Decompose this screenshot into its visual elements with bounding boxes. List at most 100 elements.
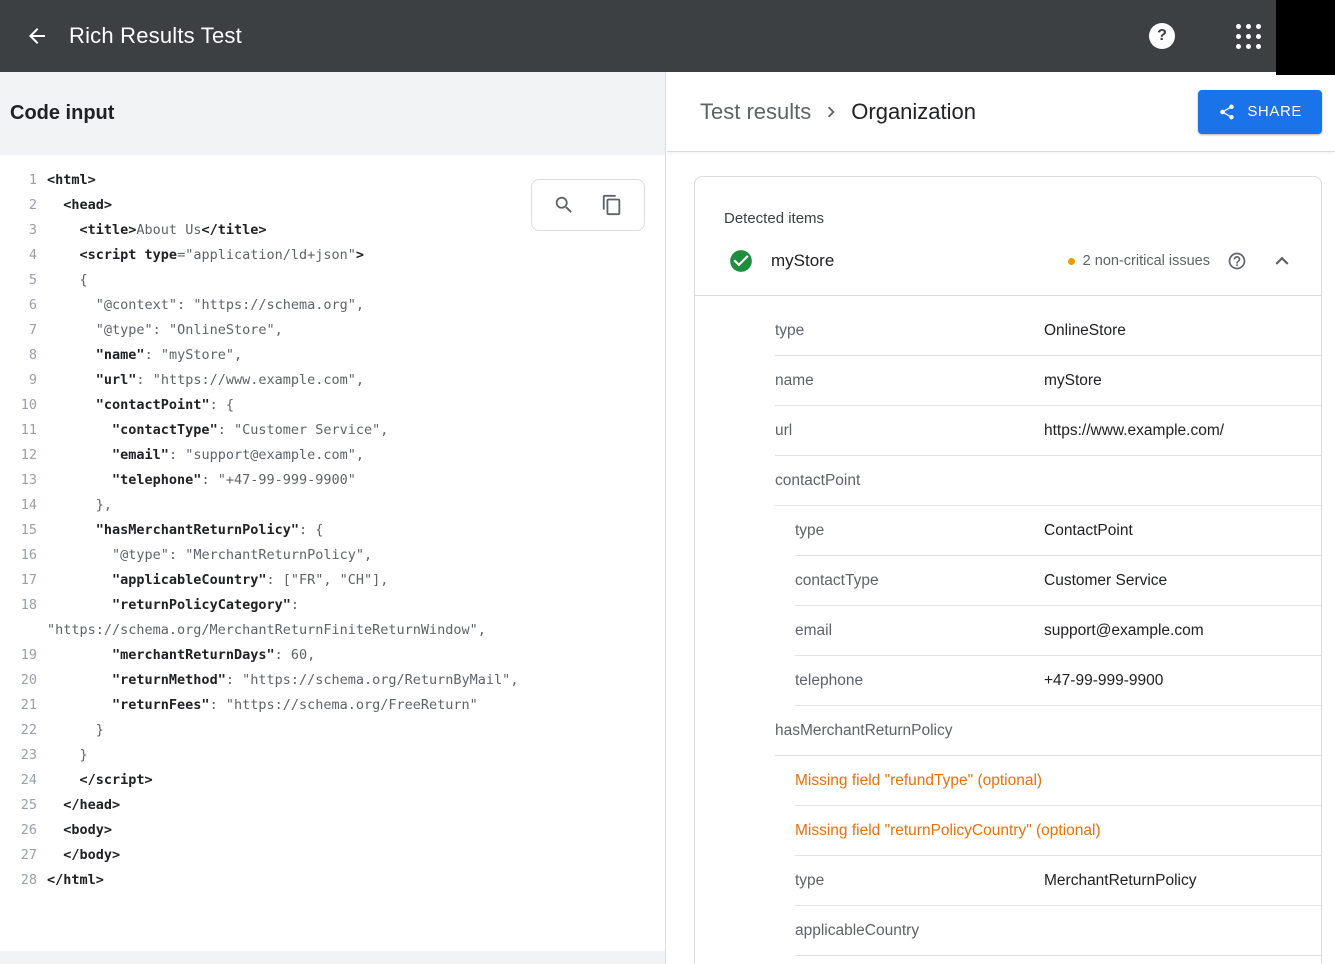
code-line: 15 "hasMerchantReturnPolicy": { [0,518,665,543]
breadcrumb-test-results[interactable]: Test results [700,99,811,125]
help-icon[interactable]: ? [1149,23,1175,49]
topbar-actions: ? [1149,0,1261,72]
warning-text: Missing field "refundType" (optional) [795,772,1042,790]
row-value: MerchantReturnPolicy [1044,872,1196,890]
issues-count: 2 non-critical issues [1083,253,1210,269]
detail-row: urlhttps://www.example.com/ [775,406,1321,456]
line-number: 10 [0,393,37,418]
back-button[interactable] [24,23,50,49]
share-button[interactable]: SHARE [1198,90,1322,134]
line-number: 5 [0,268,37,293]
code-line: 20 "returnMethod": "https://schema.org/R… [0,668,665,693]
missing-field-warning-row[interactable]: Missing field "returnPolicyCountry" (opt… [795,806,1321,856]
line-number: 13 [0,468,37,493]
line-number: 24 [0,768,37,793]
share-icon [1218,103,1236,121]
line-number: 23 [0,743,37,768]
line-number: 20 [0,668,37,693]
line-number: 6 [0,293,37,318]
line-number: 7 [0,318,37,343]
detail-row: typeContactPoint [795,506,1321,556]
code-line: 11 "contactType": "Customer Service", [0,418,665,443]
missing-field-warning-row[interactable]: Missing field "refundType" (optional) [795,756,1321,806]
line-number: 14 [0,493,37,518]
code-line: "https://schema.org/MerchantReturnFinite… [0,618,665,643]
row-label: telephone [795,672,1044,690]
code-line: 16 "@type": "MerchantReturnPolicy", [0,543,665,568]
line-number: 26 [0,818,37,843]
app-header: Rich Results Test ? [0,0,1335,72]
row-label: contactPoint [775,472,1044,490]
line-number: 9 [0,368,37,393]
code-line: 6 "@context": "https://schema.org", [0,293,665,318]
issue-dot-icon [1068,258,1075,265]
line-number: 27 [0,843,37,868]
help-outline-icon[interactable] [1227,251,1247,271]
search-icon[interactable] [552,193,576,217]
account-placeholder [1276,0,1335,75]
line-number [0,618,37,643]
detected-item-header[interactable]: myStore 2 non-critical issues [695,227,1321,296]
line-number: 28 [0,868,37,893]
detail-row: telephone+47-99-999-9900 [795,656,1321,706]
row-label: type [795,522,1044,540]
code-line: 5 { [0,268,665,293]
horizontal-scrollbar[interactable] [0,951,665,964]
code-lines: 1<html>2 <head>3 <title>About Us</title>… [0,168,665,893]
item-name: myStore [771,251,834,271]
code-input-panel: Code input 1<html>2 <head>3 <title>About… [0,72,666,964]
apps-grid-icon[interactable] [1235,23,1261,49]
detail-row: contactTypeCustomer Service [795,556,1321,606]
line-number: 3 [0,218,37,243]
code-line: 12 "email": "support@example.com", [0,443,665,468]
code-line: 18 "returnPolicyCategory": [0,593,665,618]
row-value: OnlineStore [1044,322,1126,340]
row-label: name [775,372,1044,390]
line-number: 19 [0,643,37,668]
row-value: support@example.com [1044,622,1204,640]
copy-icon[interactable] [600,193,624,217]
line-number: 16 [0,543,37,568]
code-line: 22 } [0,718,665,743]
row-label: url [775,422,1044,440]
line-number: 17 [0,568,37,593]
results-header: Test results Organization SHARE [667,72,1335,152]
code-line: 7 "@type": "OnlineStore", [0,318,665,343]
detail-row: typeOnlineStore [775,306,1321,356]
row-label: email [795,622,1044,640]
breadcrumb: Test results Organization [700,99,976,125]
breadcrumb-current: Organization [851,99,976,125]
arrow-left-icon [25,24,49,48]
row-label: type [795,872,1044,890]
code-line: 28</html> [0,868,665,893]
line-number: 21 [0,693,37,718]
detail-row: typeMerchantReturnPolicy [795,856,1321,906]
detail-rows: typeOnlineStorenamemyStoreurlhttps://www… [695,296,1321,964]
app-title: Rich Results Test [69,23,242,49]
line-number: 15 [0,518,37,543]
code-line: 21 "returnFees": "https://schema.org/Fre… [0,693,665,718]
check-circle-icon [728,248,754,274]
line-number: 8 [0,343,37,368]
code-line: 19 "merchantReturnDays": 60, [0,643,665,668]
line-number: 22 [0,718,37,743]
code-line: 17 "applicableCountry": ["FR", "CH"], [0,568,665,593]
collapse-chevron-icon[interactable] [1269,248,1295,274]
code-panel-header: Code input [0,72,665,155]
detected-items-card: Detected items myStore 2 non-critical is… [694,176,1322,964]
code-line: 23 } [0,743,665,768]
detail-row: emailsupport@example.com [795,606,1321,656]
line-number: 1 [0,168,37,193]
code-line: 24 </script> [0,768,665,793]
row-value: Customer Service [1044,572,1167,590]
section-row: hasMerchantReturnPolicy [775,706,1321,756]
code-toolbar [531,179,645,231]
code-editor[interactable]: 1<html>2 <head>3 <title>About Us</title>… [0,155,665,964]
test-results-panel: Test results Organization SHARE Detected… [667,72,1335,964]
line-number: 12 [0,443,37,468]
section-row: contactPoint [775,456,1321,506]
code-input-title: Code input [10,102,114,125]
results-body: Detected items myStore 2 non-critical is… [667,152,1335,964]
row-value: ContactPoint [1044,522,1133,540]
row-label: applicableCountry [795,922,1044,940]
